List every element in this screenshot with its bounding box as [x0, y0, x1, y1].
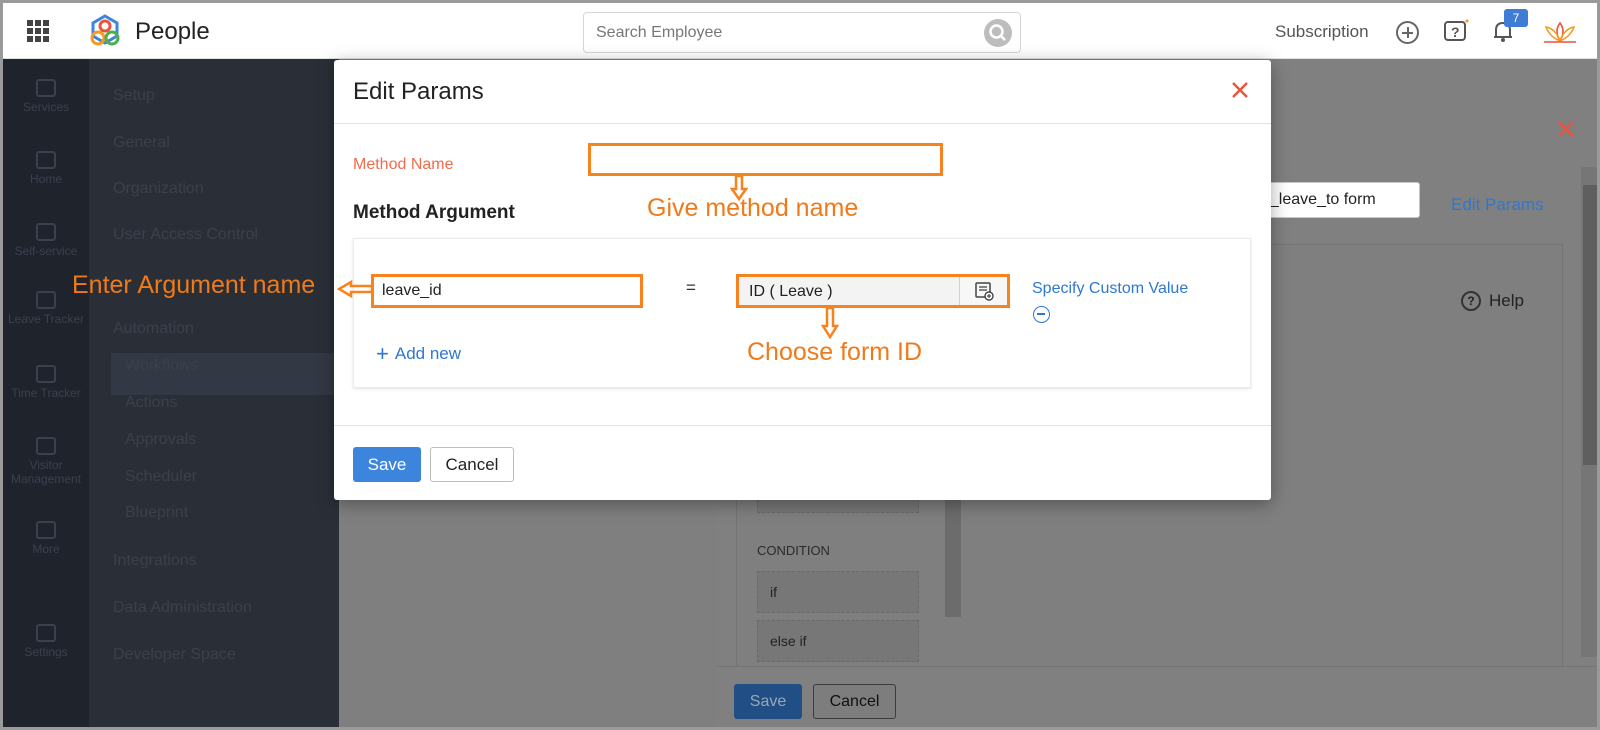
sidebar-item-scheduler[interactable]: Scheduler: [125, 468, 197, 486]
form-id-field[interactable]: ID ( Leave ): [736, 274, 1010, 308]
settings-sidebar: Setup General Organization User Access C…: [89, 59, 339, 727]
palette-condition-label: CONDITION: [757, 543, 830, 558]
help-question-icon: ?: [1461, 291, 1481, 311]
method-argument-label: Method Argument: [353, 202, 515, 223]
method-name-input[interactable]: [588, 143, 943, 176]
down-arrow-annotation-icon: [821, 307, 839, 339]
sidebar-item-actions[interactable]: Actions: [125, 394, 177, 412]
sidebar-item-setup[interactable]: Setup: [113, 87, 155, 105]
help-sparkle-icon[interactable]: ?: [1443, 18, 1469, 44]
rail-label: Leave Tracker: [7, 312, 85, 326]
left-arrow-annotation-icon: [337, 280, 373, 298]
modal-title: Edit Params: [353, 78, 484, 105]
panel-save-button[interactable]: Save: [734, 684, 802, 719]
sidebar-item-developer-space[interactable]: Developer Space: [113, 646, 236, 664]
rail-item-more[interactable]: More: [3, 521, 89, 556]
app-name: People: [135, 18, 210, 45]
add-plus-icon[interactable]: [1396, 21, 1419, 44]
rail-label: Visitor Management: [10, 458, 82, 486]
palette-if-block[interactable]: if: [757, 571, 919, 613]
plus-icon: +: [376, 341, 389, 366]
deluge-palette: info CONDITION if else if: [735, 479, 965, 667]
palette-scrollbar[interactable]: [945, 487, 961, 617]
cancel-button[interactable]: Cancel: [430, 447, 514, 482]
rail-item-self-service[interactable]: Self-service: [3, 223, 89, 258]
visitor-icon: [36, 437, 56, 455]
add-new-label: Add new: [394, 344, 462, 363]
scrollbar-thumb[interactable]: [1583, 185, 1597, 465]
rail-item-services[interactable]: Services: [3, 79, 89, 114]
field-picker-button[interactable]: [959, 277, 1007, 305]
sidebar-item-user-access-control[interactable]: User Access Control: [113, 226, 258, 244]
sidebar-item-organization[interactable]: Organization: [113, 180, 204, 198]
sidebar-item-blueprint[interactable]: Blueprint: [125, 504, 188, 522]
close-icon[interactable]: [1230, 80, 1250, 100]
rail-item-settings[interactable]: Settings: [3, 624, 89, 659]
help-label: Help: [1489, 291, 1524, 310]
org-lotus-icon[interactable]: [1540, 19, 1580, 45]
sidebar-item-general[interactable]: General: [113, 134, 170, 152]
method-name-label: Method Name: [353, 156, 454, 173]
search-icon: [989, 24, 1006, 41]
argument-name-input[interactable]: [371, 274, 643, 308]
left-rail: Services Home Self-service Leave Tracker…: [3, 59, 89, 727]
equals-sign: =: [686, 278, 696, 297]
editor-scrollbar[interactable]: [1581, 167, 1597, 657]
more-dots-icon: [36, 521, 56, 539]
modal-footer-divider: [334, 425, 1271, 426]
search-input[interactable]: [584, 13, 954, 52]
rail-label: More: [32, 542, 60, 556]
rail-label: Settings: [24, 645, 68, 659]
save-button[interactable]: Save: [353, 447, 421, 482]
services-icon: [36, 79, 56, 97]
edit-params-link[interactable]: Edit Params: [1451, 195, 1544, 215]
people-logo-icon: [90, 14, 120, 46]
rail-label: Self-service: [14, 244, 78, 258]
clock-icon: [36, 365, 56, 383]
notification-badge: 7: [1504, 9, 1528, 27]
rail-label: Home: [29, 172, 62, 186]
annotation-enter-argument-name: Enter Argument name: [72, 271, 316, 299]
app-grid-icon[interactable]: [27, 20, 49, 42]
rail-label: Time Tracker: [11, 386, 81, 400]
edit-params-modal: Edit Params Method Name Give method name…: [334, 60, 1271, 500]
search-button[interactable]: [984, 19, 1012, 47]
settings-gear-icon: [36, 624, 56, 642]
function-name-field[interactable]: d_leave_to form: [1256, 182, 1420, 218]
palette-else-if-block[interactable]: else if: [757, 620, 919, 662]
home-icon: [36, 151, 56, 169]
panel-close-icon[interactable]: [1556, 119, 1576, 139]
sidebar-item-approvals[interactable]: Approvals: [125, 431, 196, 449]
sidebar-item-data-administration[interactable]: Data Administration: [113, 599, 252, 617]
remove-argument-icon[interactable]: [1033, 306, 1050, 323]
user-icon: [36, 223, 56, 241]
subscription-link[interactable]: Subscription: [1275, 22, 1369, 42]
rail-label: Services: [22, 100, 69, 114]
form-id-value: ID ( Leave ): [749, 283, 833, 300]
add-new-argument-button[interactable]: + Add new: [376, 341, 462, 366]
rail-item-visitor-management[interactable]: Visitor Management: [3, 437, 89, 486]
annotation-choose-form-id: Choose form ID: [747, 338, 923, 366]
top-bar: People Subscription ? 7: [3, 3, 1597, 59]
sidebar-item-automation[interactable]: Automation: [113, 320, 194, 338]
rail-item-home[interactable]: Home: [3, 151, 89, 186]
sidebar-item-integrations[interactable]: Integrations: [113, 552, 197, 570]
specify-custom-value-link[interactable]: Specify Custom Value: [1032, 280, 1188, 298]
help-link[interactable]: ? Help: [1461, 291, 1524, 311]
sidebar-item-workflows[interactable]: Workflows: [125, 357, 199, 375]
svg-text:?: ?: [1451, 24, 1460, 40]
panel-cancel-button[interactable]: Cancel: [813, 684, 896, 719]
calendar-icon: [36, 291, 56, 309]
field-picker-icon: [975, 282, 994, 301]
app-frame: People Subscription ? 7: [0, 0, 1600, 730]
rail-item-time-tracker[interactable]: Time Tracker: [3, 365, 89, 400]
modal-divider: [334, 123, 1271, 124]
annotation-give-method-name: Give method name: [647, 194, 859, 222]
search-box: [583, 12, 1021, 53]
